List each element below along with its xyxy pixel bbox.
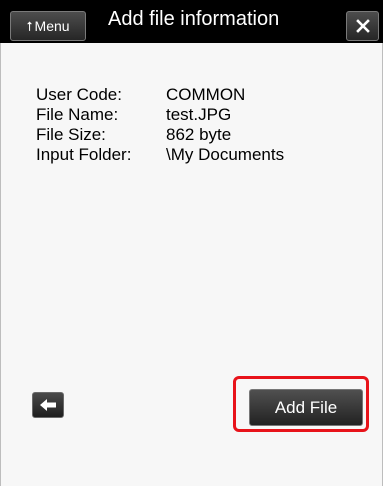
- file-size-value: 862 byte: [166, 125, 232, 144]
- close-icon: [355, 19, 370, 33]
- user-code-label: User Code:: [36, 85, 122, 104]
- file-info: User Code: COMMON File Name: test.JPG Fi…: [36, 85, 284, 165]
- page-title: Add file information: [108, 8, 280, 30]
- add-file-button[interactable]: Add File: [249, 389, 363, 426]
- file-size-label: File Size:: [36, 125, 106, 144]
- input-folder-label: Input Folder:: [36, 145, 132, 164]
- add-file-dialog: ⭡ Menu Add file information User Code: C…: [0, 0, 383, 486]
- file-name-label: File Name:: [36, 105, 119, 124]
- arrow-up-icon: ⭡: [26, 18, 33, 34]
- info-row-file-size: File Size: 862 byte: [36, 125, 284, 145]
- info-row-file-name: File Name: test.JPG: [36, 105, 284, 125]
- info-row-input-folder: Input Folder: \My Documents: [36, 145, 284, 165]
- menu-button-label: Menu: [34, 18, 70, 34]
- close-button[interactable]: [346, 11, 379, 41]
- info-row-user-code: User Code: COMMON: [36, 85, 284, 105]
- menu-button[interactable]: ⭡ Menu: [10, 11, 86, 41]
- file-name-value: test.JPG: [166, 105, 232, 124]
- user-code-value: COMMON: [166, 85, 246, 104]
- arrow-left-icon: [40, 399, 56, 411]
- input-folder-value: \My Documents: [166, 145, 285, 164]
- title-bar: ⭡ Menu Add file information: [0, 0, 383, 43]
- back-button[interactable]: [32, 392, 64, 418]
